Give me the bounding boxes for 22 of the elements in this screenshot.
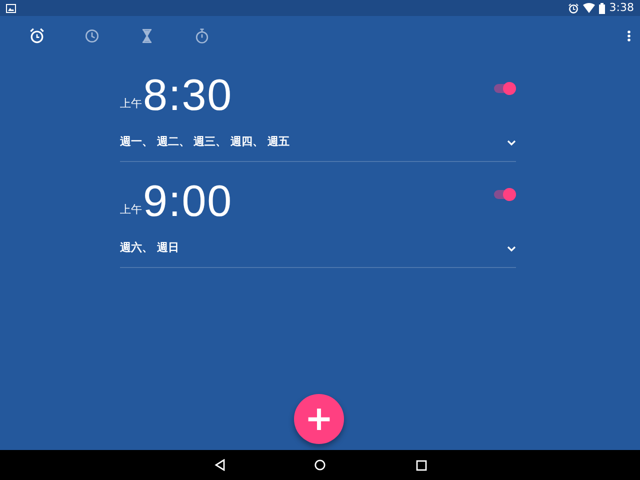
toggle-switch[interactable] — [492, 82, 516, 94]
alarm-time[interactable]: 8:30 — [143, 74, 233, 118]
wifi-icon — [583, 3, 596, 13]
repeat-days: 週六、 週日 — [120, 240, 507, 256]
am-pm-label: 上午 — [120, 202, 142, 218]
chevron-icon — [507, 246, 516, 252]
more-icon — [627, 30, 631, 42]
back-icon[interactable] — [214, 459, 226, 471]
image-icon — [6, 4, 16, 12]
clock-time: 3:38 — [609, 0, 634, 16]
am-pm-label: 上午 — [120, 96, 142, 112]
recents-icon[interactable] — [416, 460, 426, 470]
alarm-icon — [28, 27, 46, 45]
chevron-icon — [507, 140, 516, 146]
stopwatch-icon — [193, 27, 211, 45]
battery-icon — [599, 2, 606, 14]
home-icon[interactable] — [314, 459, 326, 471]
alarm-time[interactable]: 9:00 — [143, 180, 233, 224]
clock-icon — [83, 27, 101, 45]
repeat-days: 週一、 週二、 週三、 週四、 週五 — [120, 134, 507, 150]
toggle-switch[interactable] — [492, 188, 516, 200]
alarm-icon — [568, 2, 580, 14]
